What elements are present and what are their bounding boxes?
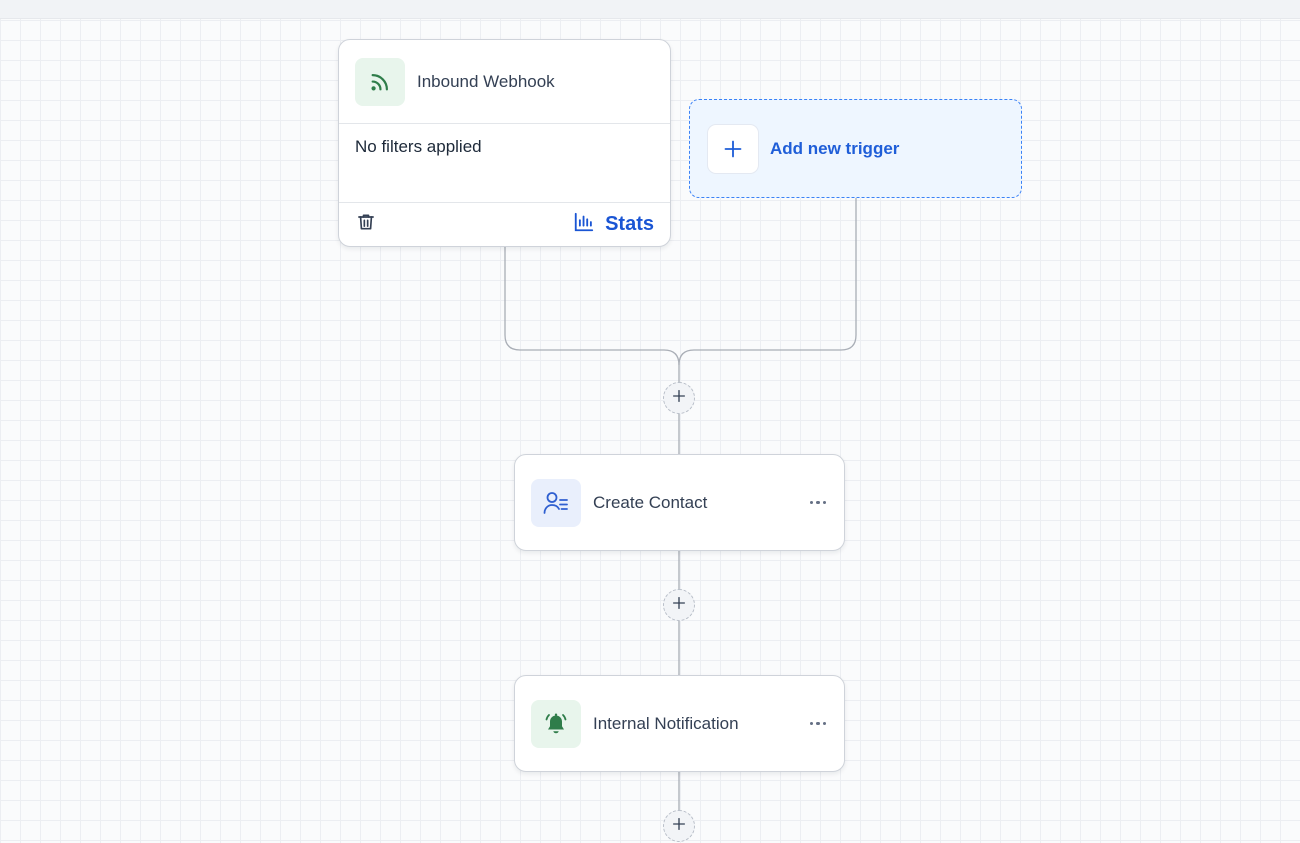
stats-label: Stats [605,213,654,235]
trigger-card-footer: Stats [339,203,670,246]
contact-list-icon [531,478,581,527]
trigger-title: Inbound Webhook [417,71,555,91]
plus-icon [708,124,758,173]
plus-icon [671,388,687,409]
action-title: Internal Notification [593,713,739,733]
trigger-card-inbound-webhook[interactable]: Inbound Webhook No filters applied Stats [338,39,671,247]
more-horizontal-icon [809,500,813,505]
add-step-button[interactable] [663,810,695,842]
delete-trigger-button[interactable] [356,212,376,237]
action-card-internal-notification[interactable]: Internal Notification [514,675,845,772]
action-title: Create Contact [593,492,708,512]
more-horizontal-icon [809,721,813,726]
trigger-filter-summary: No filters applied [339,124,670,203]
canvas-top-bar [0,0,1300,19]
rss-feed-icon [355,57,405,106]
add-new-trigger-button[interactable]: Add new trigger [689,99,1022,198]
trash-icon [356,212,376,237]
add-step-button[interactable] [663,589,695,621]
more-options-button[interactable] [808,716,829,732]
bar-chart-icon [573,211,595,239]
add-step-button[interactable] [663,382,695,414]
action-card-create-contact[interactable]: Create Contact [514,454,845,551]
plus-icon [671,595,687,616]
bell-icon [531,699,581,748]
trigger-card-header: Inbound Webhook [339,40,670,124]
more-options-button[interactable] [808,495,829,511]
plus-icon [671,816,687,837]
stats-button[interactable]: Stats [573,211,654,239]
add-new-trigger-label: Add new trigger [770,138,900,158]
